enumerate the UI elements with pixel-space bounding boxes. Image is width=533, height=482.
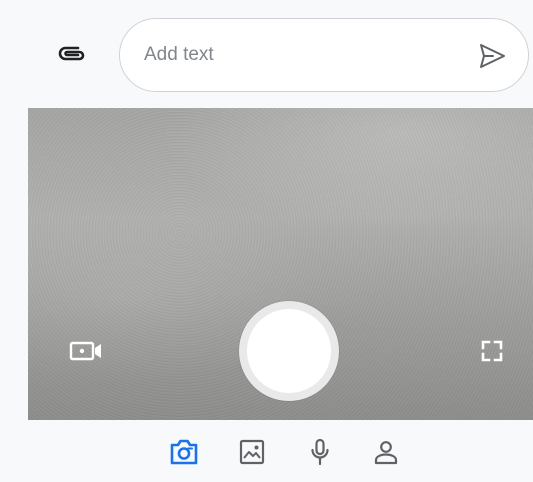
fullscreen-icon <box>481 340 503 362</box>
compose-bar <box>0 0 533 108</box>
microphone-icon <box>311 438 329 466</box>
image-icon <box>239 439 265 465</box>
message-field <box>119 18 529 92</box>
tab-gallery[interactable] <box>234 434 270 470</box>
send-button[interactable] <box>474 39 510 73</box>
contact-icon <box>374 441 398 465</box>
attachment-mode-tabs <box>28 420 533 482</box>
add-text-input[interactable] <box>144 19 444 91</box>
video-mode-button[interactable] <box>66 336 106 366</box>
camera-compose-screen <box>0 0 533 482</box>
tab-camera[interactable] <box>166 434 202 470</box>
fullscreen-button[interactable] <box>475 334 509 368</box>
video-camera-icon <box>69 341 101 361</box>
tab-audio[interactable] <box>302 434 338 470</box>
send-icon <box>480 44 505 68</box>
shutter-button[interactable] <box>239 301 339 401</box>
camera-viewfinder <box>28 108 533 420</box>
attach-button[interactable] <box>50 36 94 72</box>
tab-contact[interactable] <box>368 434 404 470</box>
paperclip-icon <box>58 46 85 61</box>
camera-icon <box>170 439 198 465</box>
